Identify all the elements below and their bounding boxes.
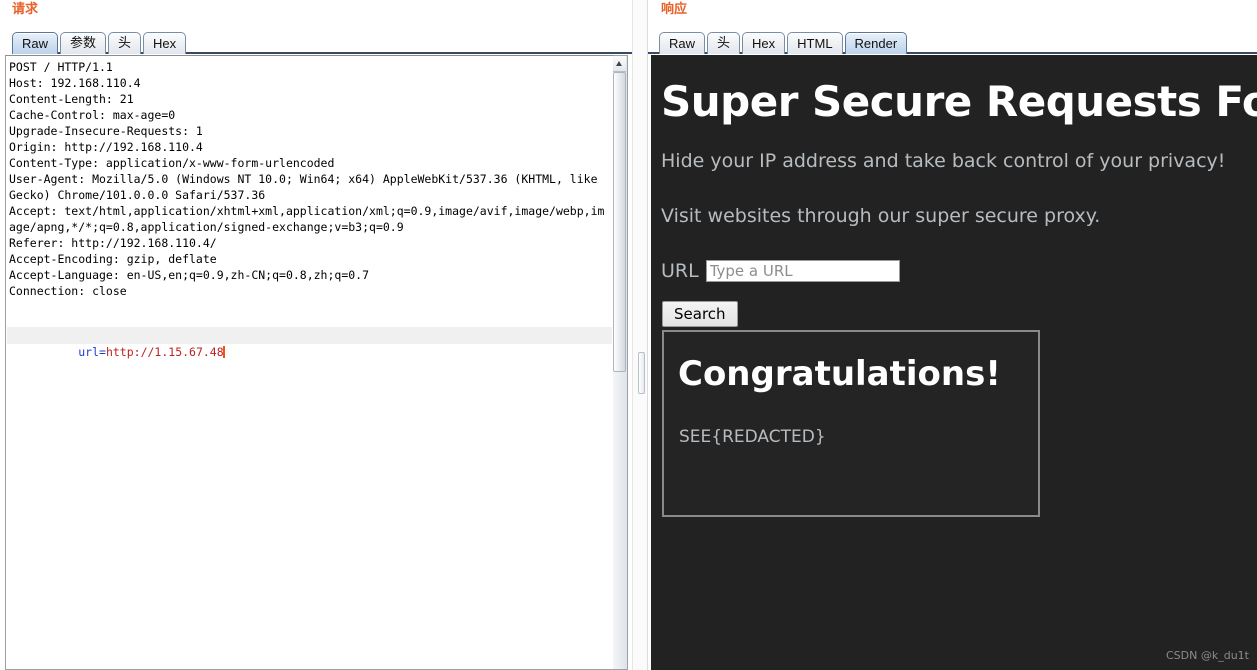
- text-caret: [222, 346, 225, 358]
- request-editor-area: POST / HTTP/1.1 Host: 192.168.110.4 Cont…: [2, 55, 630, 670]
- result-flag-text: SEE{REDACTED}: [679, 427, 826, 447]
- request-raw-headers[interactable]: POST / HTTP/1.1 Host: 192.168.110.4 Cont…: [9, 59, 611, 299]
- site-subtitle-proxy: Visit websites through our super secure …: [661, 205, 1101, 227]
- response-panel: 响应 Raw 头 Hex HTML Render Super Secure Re…: [649, 0, 1257, 670]
- response-panel-title: 响应: [661, 2, 688, 17]
- scrollbar-thumb[interactable]: [613, 72, 626, 372]
- burp-suite-window: 请求 Raw 参数 头 Hex POST / HTTP/1.1 Host: 19…: [0, 0, 1257, 670]
- response-tab-hex[interactable]: Hex: [742, 32, 786, 54]
- response-tab-html[interactable]: HTML: [787, 32, 843, 54]
- response-tab-headers[interactable]: 头: [707, 32, 741, 54]
- url-input[interactable]: [705, 260, 900, 282]
- request-editor-scrollbar[interactable]: [613, 55, 628, 670]
- request-raw-editor[interactable]: POST / HTTP/1.1 Host: 192.168.110.4 Cont…: [5, 55, 614, 670]
- request-tab-hex[interactable]: Hex: [143, 32, 187, 54]
- watermark: CSDN @k_du1t: [1166, 649, 1249, 662]
- request-tab-params[interactable]: 参数: [60, 32, 107, 54]
- search-button[interactable]: Search: [662, 301, 738, 327]
- request-tab-raw[interactable]: Raw: [12, 32, 59, 54]
- request-body-line[interactable]: url=http://1.15.67.48: [7, 327, 612, 359]
- request-body-param-value: http://1.15.67.48: [105, 345, 224, 359]
- chevron-up-icon: [616, 61, 622, 66]
- request-body-param-name: url=: [78, 345, 106, 359]
- request-tabstrip: Raw 参数 头 Hex: [12, 27, 1257, 54]
- result-box: Congratulations! SEE{REDACTED}: [662, 330, 1040, 517]
- scroll-up-button[interactable]: [613, 56, 626, 72]
- rendered-response-view: Super Secure Requests Forwarder Hide you…: [651, 55, 1257, 670]
- site-heading: Super Secure Requests Forwarder: [661, 77, 1257, 126]
- response-tab-render[interactable]: Render: [844, 32, 908, 54]
- request-tab-headers[interactable]: 头: [108, 32, 142, 54]
- url-field-label: URL: [661, 260, 699, 282]
- panel-splitter[interactable]: [632, 0, 648, 670]
- panel-splitter-grip[interactable]: [638, 352, 645, 394]
- response-tabstrip: Raw 头 Hex HTML Render: [659, 27, 1257, 54]
- url-form-row: URL: [661, 260, 900, 282]
- request-panel: 请求 Raw 参数 头 Hex POST / HTTP/1.1 Host: 19…: [0, 0, 1257, 670]
- result-title: Congratulations!: [678, 354, 1001, 394]
- request-panel-title: 请求: [12, 2, 39, 17]
- response-tab-raw[interactable]: Raw: [659, 32, 706, 54]
- site-subtitle-privacy: Hide your IP address and take back contr…: [661, 150, 1226, 172]
